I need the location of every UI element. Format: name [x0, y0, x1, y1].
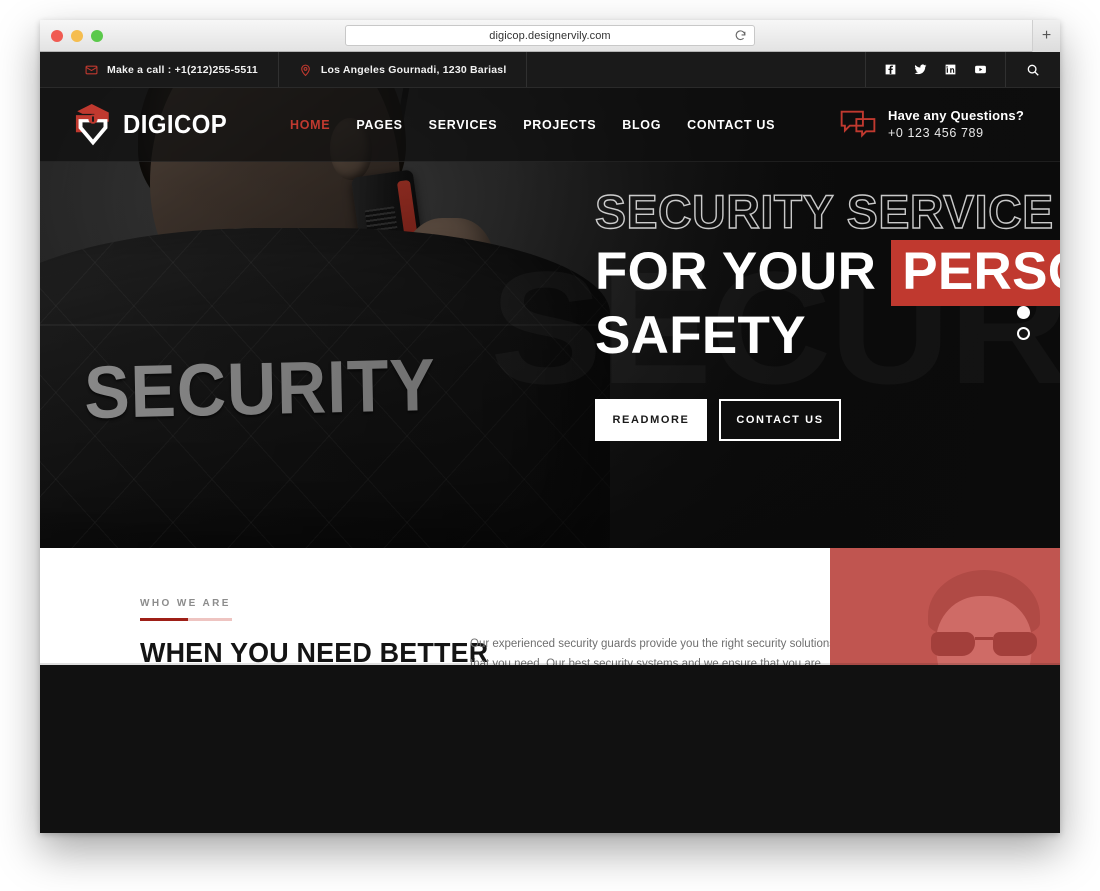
- nav-item-home[interactable]: HOME: [290, 118, 330, 132]
- window-maximize-button[interactable]: [91, 29, 103, 42]
- main-navigation: HOME PAGES SERVICES PROJECTS BLOG CONTAC…: [290, 118, 775, 132]
- new-tab-button[interactable]: +: [1032, 20, 1060, 52]
- hero-headline-line3: SAFETY: [595, 305, 806, 365]
- sunglasses-left-lens: [931, 632, 975, 656]
- address-bar[interactable]: digicop.designervily.com: [345, 25, 755, 46]
- about-paragraph: Our experienced security guards provide …: [470, 638, 835, 665]
- about-section: WHO WE ARE WHEN YOU NEED BETTER Our expe…: [40, 548, 1060, 665]
- topbar-phone[interactable]: Make a call : +1(212)255-5511: [40, 52, 279, 87]
- slider-dot-1[interactable]: [1017, 306, 1030, 319]
- about-person-photo: [914, 570, 1052, 665]
- topbar-search-button[interactable]: [1006, 52, 1060, 87]
- browser-titlebar: digicop.designervily.com +: [40, 20, 1060, 52]
- hero-buttons: READMORE CONTACT US: [595, 398, 1060, 441]
- nav-item-services[interactable]: SERVICES: [429, 118, 498, 132]
- social-links: [866, 52, 1006, 87]
- questions-title: Have any Questions?: [887, 108, 1024, 124]
- slider-dot-2[interactable]: [1017, 327, 1030, 340]
- hero-headline-line2-plain: FOR YOUR: [595, 241, 892, 301]
- site-topbar: Make a call : +1(212)255-5511 Los Angele…: [40, 52, 1060, 88]
- hero-slider-dots: [1017, 306, 1030, 340]
- hero-headline-line2: FOR YOUR PERSONAL: [595, 239, 1060, 306]
- contact-us-button[interactable]: CONTACT US: [719, 398, 841, 441]
- topbar-phone-label: Make a call : +1(212)255-5511: [107, 63, 258, 76]
- site-logo[interactable]: DIGICOP: [72, 102, 272, 148]
- chat-bubbles-icon: [840, 111, 876, 139]
- envelope-icon: [85, 65, 98, 74]
- search-icon: [1027, 64, 1039, 76]
- hero-slider: SECURITY SECURITY DIGICOP: [40, 52, 1060, 548]
- nav-item-blog[interactable]: BLOG: [622, 118, 661, 132]
- website-viewport: Make a call : +1(212)255-5511 Los Angele…: [40, 52, 1060, 833]
- header-questions-text: Have any Questions? +0 123 456 789: [888, 107, 1024, 141]
- about-eyebrow-rule: [140, 618, 232, 621]
- readmore-button[interactable]: READMORE: [595, 398, 707, 441]
- header-questions-block[interactable]: Have any Questions? +0 123 456 789: [840, 107, 1024, 141]
- viewport-bottom-cut: [40, 663, 1060, 665]
- nav-item-projects[interactable]: PROJECTS: [523, 118, 596, 132]
- shield-badge-icon: [75, 103, 109, 145]
- sunglasses-icon: [931, 632, 1037, 656]
- hero-content: SECURITY SERVICE FOR YOUR PERSONAL SAFET…: [594, 185, 1060, 441]
- about-eyebrow: WHO WE ARE: [140, 598, 231, 609]
- traffic-lights: [51, 29, 103, 42]
- hero-headline-line1: SECURITY SERVICE: [594, 185, 1054, 238]
- youtube-icon[interactable]: [974, 63, 987, 76]
- facebook-icon[interactable]: [884, 63, 897, 76]
- site-logo-text: DIGICOP: [123, 109, 228, 139]
- sunglasses-right-lens: [993, 632, 1037, 656]
- topbar-address-label: Los Angeles Gournadi, 1230 Bariasl: [320, 63, 507, 76]
- about-red-panel: [830, 548, 1060, 665]
- window-close-button[interactable]: [51, 29, 63, 42]
- hero-headline-highlight: PERSONAL: [891, 239, 1060, 306]
- linkedin-icon[interactable]: [944, 63, 957, 76]
- topbar-address[interactable]: Los Angeles Gournadi, 1230 Bariasl: [279, 52, 528, 87]
- url-text: digicop.designervily.com: [489, 29, 611, 42]
- twitter-icon[interactable]: [914, 63, 927, 76]
- browser-window: digicop.designervily.com + Make a call :…: [40, 20, 1060, 833]
- reload-icon[interactable]: [734, 29, 747, 42]
- sunglasses-bridge: [975, 637, 993, 640]
- map-pin-icon: [301, 64, 310, 76]
- window-minimize-button[interactable]: [71, 29, 83, 42]
- nav-item-pages[interactable]: PAGES: [356, 118, 402, 132]
- nav-item-contact-us[interactable]: CONTACT US: [687, 118, 775, 132]
- site-header: DIGICOP HOME PAGES SERVICES PROJECTS BLO…: [40, 88, 1060, 162]
- questions-phone: +0 123 456 789: [887, 125, 984, 140]
- topbar-spacer: [527, 52, 866, 87]
